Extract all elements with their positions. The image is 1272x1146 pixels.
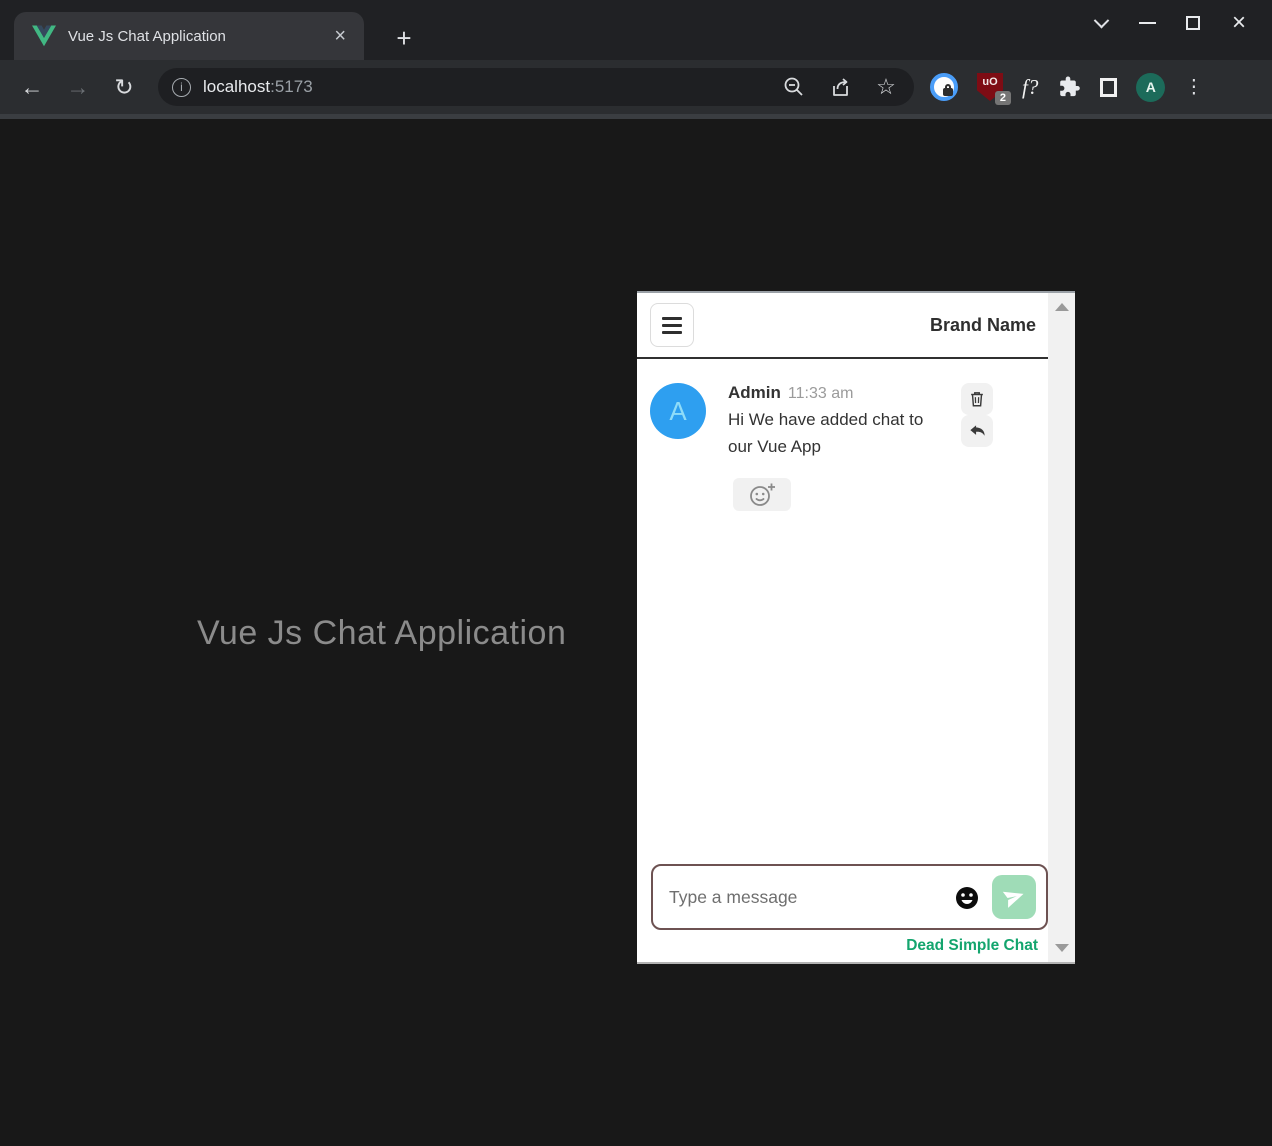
delete-message-button[interactable] (961, 383, 993, 415)
chat-footer: Dead Simple Chat (637, 930, 1048, 962)
profile-avatar[interactable]: A (1136, 73, 1165, 102)
url-port: :5173 (270, 77, 313, 96)
chat-message: A Admin 11:33 am Hi We have added chat t… (650, 383, 1034, 460)
hamburger-bar (662, 331, 682, 334)
message-meta: Admin 11:33 am (728, 383, 940, 403)
hamburger-menu-button[interactable] (650, 303, 694, 347)
message-content: Admin 11:33 am Hi We have added chat to … (728, 383, 940, 460)
share-icon[interactable] (828, 75, 852, 99)
window-controls: × (1078, 6, 1262, 40)
extension-icons: uO 2 f? A ⋮ (930, 73, 1209, 102)
minimize-button[interactable] (1124, 7, 1170, 39)
message-author: Admin (728, 383, 781, 403)
lock-body (943, 88, 953, 96)
send-plane-icon (1002, 885, 1026, 909)
message-actions (961, 383, 993, 460)
tab-search-icon[interactable] (1078, 7, 1124, 39)
browser-tab[interactable]: Vue Js Chat Application × (14, 12, 364, 60)
minimize-icon (1139, 22, 1156, 24)
browser-titlebar: Vue Js Chat Application × + × (0, 0, 1272, 60)
tab-title: Vue Js Chat Application (68, 28, 328, 45)
vue-logo-icon (32, 25, 56, 47)
sidebar-extension-icon[interactable] (1100, 78, 1117, 97)
message-composer (651, 864, 1048, 930)
bookmark-star-icon[interactable]: ☆ (874, 75, 898, 99)
user-avatar: A (650, 383, 706, 439)
hamburger-icon (662, 317, 682, 320)
ublock-badge: 2 (995, 91, 1011, 105)
close-window-button[interactable]: × (1216, 7, 1262, 39)
chat-widget: Brand Name A Admin 11:33 am Hi We have a… (637, 291, 1075, 964)
tab-close-icon[interactable]: × (328, 24, 352, 48)
omnibox-actions: ☆ (782, 75, 898, 99)
emoji-picker-button[interactable] (954, 885, 980, 911)
chat-scrollbar[interactable] (1048, 293, 1075, 962)
maximize-button[interactable] (1170, 7, 1216, 39)
add-reaction-button[interactable] (733, 478, 791, 511)
zoom-out-glyph (782, 75, 806, 99)
zoom-out-icon[interactable] (782, 75, 806, 99)
url-text[interactable]: localhost:5173 (203, 77, 313, 97)
send-message-button[interactable] (992, 875, 1036, 919)
address-bar[interactable]: i localhost:5173 ☆ (158, 68, 914, 106)
message-timestamp: 11:33 am (788, 385, 854, 403)
site-info-icon[interactable]: i (172, 78, 191, 97)
scroll-up-icon[interactable] (1055, 303, 1069, 311)
maximize-icon (1186, 16, 1200, 30)
extensions-puzzle-icon[interactable] (1057, 75, 1081, 99)
browser-toolbar: ← → ↻ i localhost:5173 (0, 60, 1272, 114)
scroll-down-icon[interactable] (1055, 944, 1069, 952)
page-title: Vue Js Chat Application (197, 614, 566, 653)
reload-button[interactable]: ↻ (104, 67, 144, 107)
emoji-icon (954, 885, 980, 911)
web-page: Vue Js Chat Application Brand Name A (0, 119, 1272, 1146)
url-host: localhost (203, 77, 270, 96)
emoji-add-icon (747, 482, 777, 508)
forward-button[interactable]: → (58, 67, 98, 107)
chat-header: Brand Name (637, 293, 1048, 359)
trash-icon (968, 390, 986, 408)
message-text: Hi We have added chat to our Vue App (728, 406, 940, 460)
hamburger-bar (662, 324, 682, 327)
back-button[interactable]: ← (12, 67, 52, 107)
message-input[interactable] (669, 866, 939, 928)
ublock-label: uO (982, 76, 997, 88)
brand-name: Brand Name (930, 315, 1038, 336)
chevron-down-icon (1093, 12, 1109, 28)
reply-arrow-icon (968, 422, 987, 441)
share-glyph (828, 75, 852, 99)
ublock-extension-icon[interactable]: uO 2 (977, 73, 1003, 101)
browser-menu-icon[interactable]: ⋮ (1184, 76, 1203, 99)
powered-by-link[interactable]: Dead Simple Chat (906, 937, 1038, 955)
browser-window: Vue Js Chat Application × + × ← → ↻ i lo… (0, 0, 1272, 1146)
chat-message-list: A Admin 11:33 am Hi We have added chat t… (637, 359, 1048, 864)
chat-main: Brand Name A Admin 11:33 am Hi We have a… (637, 293, 1048, 962)
new-tab-button[interactable]: + (388, 22, 420, 54)
fonts-extension-icon[interactable]: f? (1022, 75, 1038, 100)
reply-message-button[interactable] (961, 415, 993, 447)
password-manager-icon[interactable] (930, 73, 958, 101)
